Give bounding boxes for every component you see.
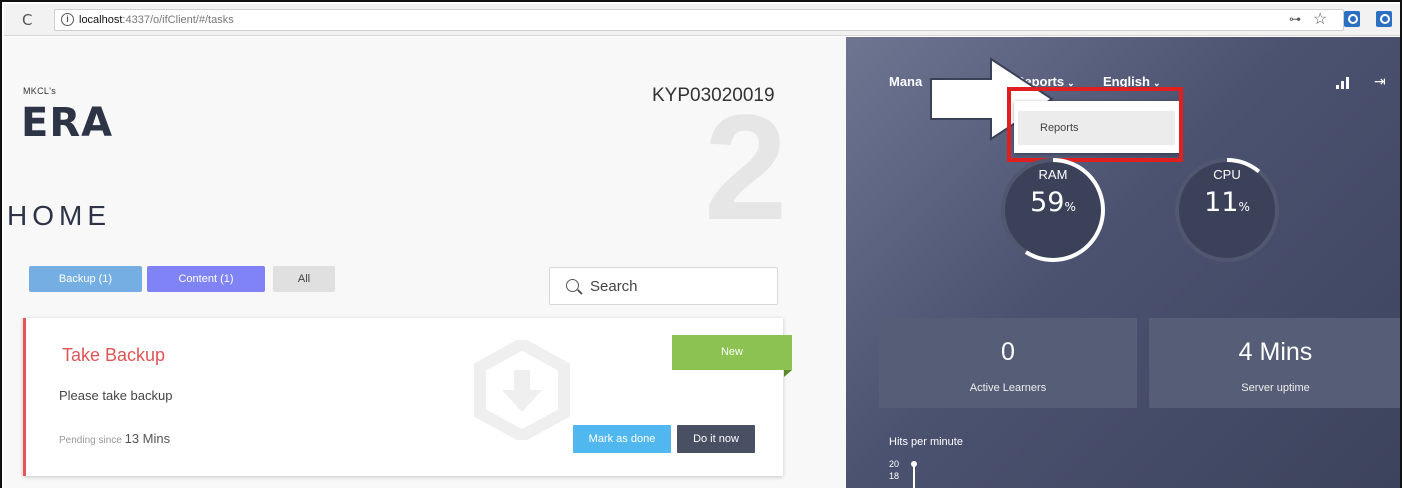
badge-fold: [784, 370, 792, 377]
key-icon[interactable]: ⊶: [1289, 12, 1301, 26]
cpu-value-number: 11: [1204, 187, 1239, 218]
logout-icon[interactable]: ⇥: [1374, 73, 1386, 90]
center-id: KYP03020019: [652, 85, 775, 106]
task-count-number: 2: [704, 83, 788, 251]
signal-icon[interactable]: [1336, 77, 1350, 89]
pending-value: 13 Mins: [124, 431, 171, 446]
dashboard-panel: Mana Reports ⌄ English ⌄ ⇥ Reports RAM 59%…: [846, 37, 1400, 488]
search-icon: [566, 279, 579, 292]
url-text[interactable]: localhost:4337/o/ifClient/#/tasks: [79, 14, 234, 26]
task-title[interactable]: Take Backup: [62, 345, 165, 366]
info-icon[interactable]: i: [61, 13, 74, 26]
status-badge: New: [672, 335, 792, 370]
hits-tick-20: 20: [889, 459, 900, 469]
active-learners-value: 0: [1001, 338, 1015, 366]
server-uptime-label: Server uptime: [1241, 382, 1310, 394]
main-panel: MKCL's ERA 2 KYP03020019 HOME Backup (1)…: [4, 37, 846, 488]
filter-all-button[interactable]: All: [273, 266, 335, 292]
pending-label: Pending since: [59, 435, 122, 446]
hits-chart-title: Hits per minute: [889, 436, 963, 448]
highlight-annotation-box: [1007, 87, 1183, 162]
active-learners-card: 0 Active Learners: [879, 318, 1137, 408]
browser-toolbar: C i localhost:4337/o/ifClient/#/tasks ⊶ …: [4, 4, 1400, 36]
hits-tick-18: 18: [889, 471, 900, 481]
hits-line: [911, 461, 917, 488]
page-title: HOME: [7, 200, 111, 231]
screenshot-frame: C i localhost:4337/o/ifClient/#/tasks ⊶ …: [0, 0, 1402, 488]
cpu-unit: %: [1238, 200, 1250, 214]
cpu-value: 11%: [1172, 187, 1282, 218]
filter-backup-button[interactable]: Backup (1): [29, 266, 142, 292]
ram-value: 59%: [998, 187, 1108, 218]
extension-search-icon-2[interactable]: [1376, 11, 1392, 27]
active-learners-label: Active Learners: [969, 382, 1047, 394]
task-pending: Pending since 13 Mins: [59, 431, 170, 446]
brand-logo: ERA: [21, 100, 114, 146]
do-it-now-button[interactable]: Do it now: [677, 425, 755, 453]
mark-as-done-button[interactable]: Mark as done: [573, 425, 671, 453]
brand-prefix: MKCL's: [23, 86, 57, 96]
ram-unit: %: [1064, 200, 1076, 214]
task-card[interactable]: Take Backup Please take backup Pending s…: [23, 318, 792, 476]
ram-label: RAM: [1038, 167, 1068, 182]
extension-search-icon[interactable]: [1344, 11, 1360, 27]
search-input[interactable]: Search: [549, 267, 778, 305]
cpu-label: CPU: [1213, 167, 1241, 182]
server-uptime-card: 4 Mins Server uptime: [1149, 318, 1400, 408]
download-hexagon-icon: [474, 340, 570, 440]
hits-chart: 20 18: [889, 459, 949, 488]
reload-icon[interactable]: C: [22, 11, 32, 29]
url-host: localhost: [79, 14, 123, 26]
filter-content-button[interactable]: Content (1): [147, 266, 265, 292]
search-placeholder: Search: [590, 278, 638, 295]
address-bar[interactable]: i localhost:4337/o/ifClient/#/tasks: [54, 9, 1344, 31]
url-path: :4337/o/ifClient/#/tasks: [122, 14, 234, 26]
task-description: Please take backup: [59, 388, 173, 403]
ram-value-number: 59: [1030, 187, 1065, 218]
server-uptime-value: 4 Mins: [1238, 338, 1313, 366]
bookmark-star-icon[interactable]: ☆: [1313, 9, 1327, 29]
nav-manage[interactable]: Mana: [889, 74, 922, 89]
